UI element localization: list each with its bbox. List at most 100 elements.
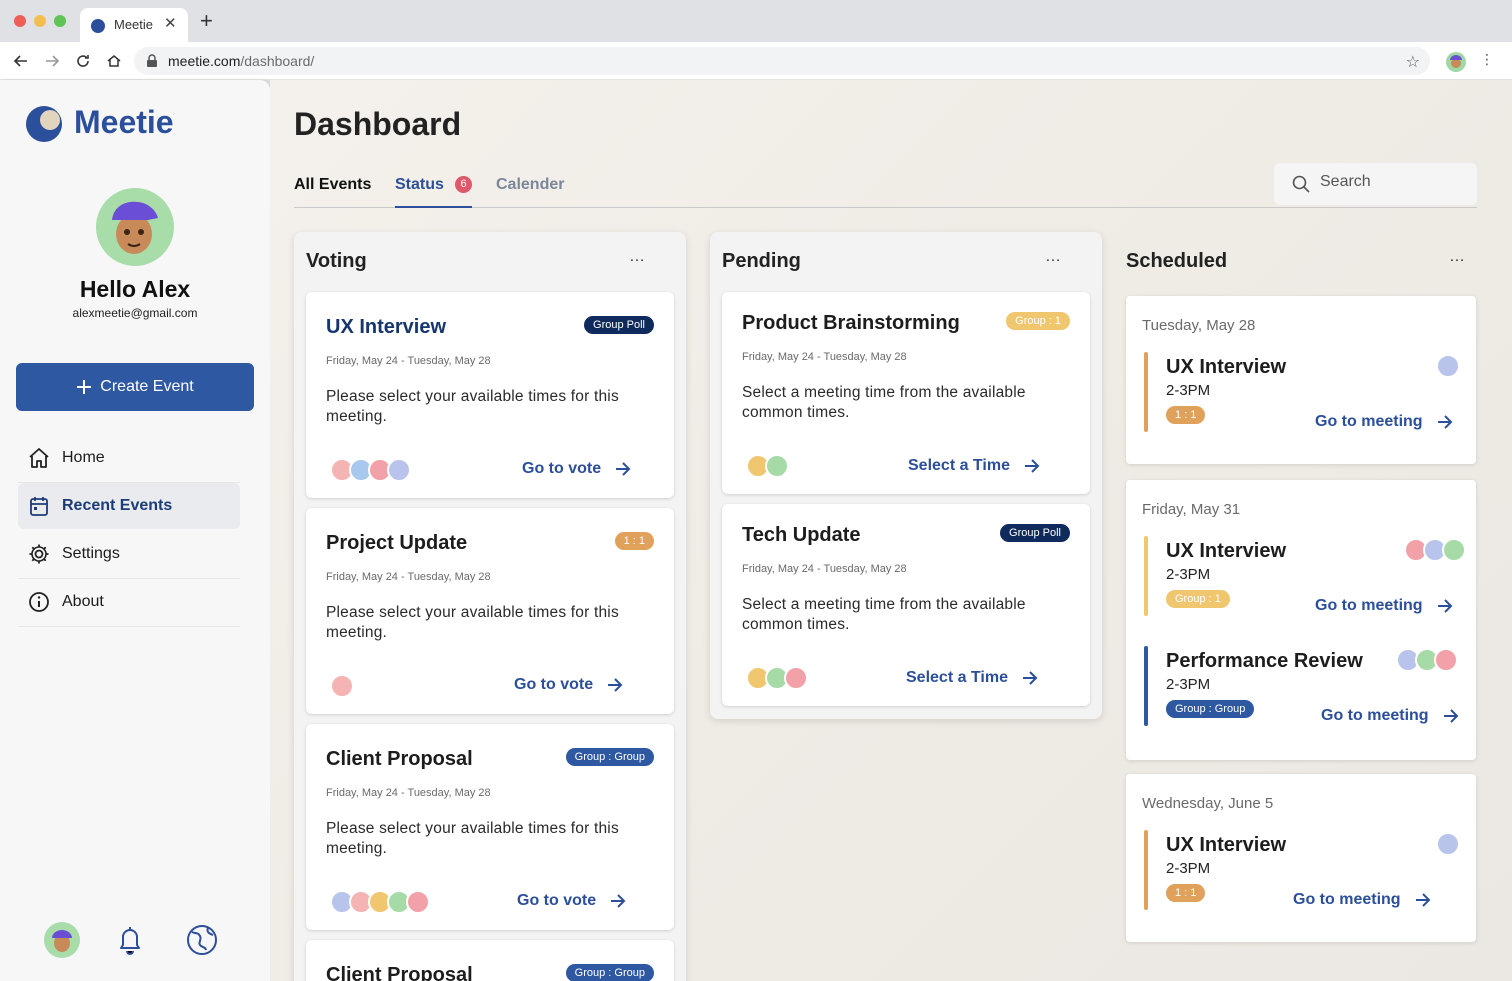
more-options-icon[interactable]: …	[629, 248, 646, 266]
column-title: Scheduled	[1126, 250, 1228, 272]
action-label: Go to vote	[517, 892, 597, 909]
search-icon	[1292, 175, 1310, 193]
arrow-right-icon	[611, 894, 626, 908]
footer-avatar[interactable]	[44, 922, 80, 958]
go-to-meeting-button[interactable]: Go to meeting	[1315, 413, 1453, 431]
home-browser-icon[interactable]	[103, 50, 125, 72]
event-date-range: Friday, May 24 - Tuesday, May 28	[742, 351, 907, 363]
event-card[interactable]: Client Proposal Group : Group	[306, 940, 674, 981]
reload-icon[interactable]	[72, 50, 94, 72]
address-bar[interactable]: meetie.com/dashboard/ ☆	[134, 47, 1430, 75]
arrow-right-icon	[1437, 415, 1452, 429]
meetie-logo-icon	[26, 106, 62, 142]
browser-menu-icon[interactable]: ⋮	[1480, 51, 1494, 68]
search-box[interactable]	[1274, 163, 1477, 205]
event-title: Tech Update	[742, 524, 861, 546]
event-color-bar	[1144, 536, 1148, 616]
event-description: Please select your available times for t…	[326, 820, 619, 857]
participant-avatar	[406, 890, 430, 914]
participant-avatar	[765, 454, 789, 478]
action-label: Go to vote	[514, 676, 594, 693]
profile-avatar[interactable]	[96, 188, 174, 266]
scheduled-column: Scheduled … Tuesday, May 28 UX Interview…	[1114, 232, 1484, 981]
participant-avatar	[784, 666, 808, 690]
event-card[interactable]: Client Proposal Group : Group Friday, Ma…	[306, 724, 674, 930]
participant-avatars	[330, 674, 354, 698]
event-type-tag: Group Poll	[584, 316, 654, 334]
select-a-time-button[interactable]: Select a Time	[906, 669, 1038, 687]
nav-item-settings[interactable]: Settings	[18, 531, 240, 577]
event-card[interactable]: UX Interview Group Poll Friday, May 24 -…	[306, 292, 674, 498]
participant-avatars	[330, 890, 430, 914]
action-label: Select a Time	[906, 669, 1008, 686]
close-window-button[interactable]	[14, 15, 26, 27]
forward-icon[interactable]	[41, 50, 63, 72]
event-time: 2-3PM	[1166, 860, 1211, 877]
create-event-label: Create Event	[100, 378, 194, 395]
participant-avatars	[1436, 354, 1460, 378]
bell-icon[interactable]	[112, 922, 148, 958]
event-title[interactable]: Performance Review	[1166, 650, 1363, 673]
event-type-tag: Group Poll	[1000, 524, 1070, 542]
go-to-vote-button[interactable]: Go to vote	[522, 460, 631, 478]
event-description: Please select your available times for t…	[326, 388, 619, 425]
participant-avatars	[1396, 648, 1458, 672]
maximize-window-button[interactable]	[54, 15, 66, 27]
event-type-tag: 1 : 1	[1166, 884, 1206, 902]
user-email: alexmeetie@gmail.com	[72, 306, 198, 320]
globe-icon[interactable]	[184, 922, 220, 958]
back-icon[interactable]	[10, 50, 32, 72]
tab-all-events[interactable]: All Events	[294, 176, 371, 208]
nav-label: Home	[62, 449, 105, 466]
participant-avatar	[1436, 354, 1460, 378]
minimize-window-button[interactable]	[34, 15, 46, 27]
bookmark-star-icon[interactable]: ☆	[1406, 52, 1420, 72]
scheduled-day-card: Tuesday, May 28 UX Interview 2-3PM 1 : 1…	[1126, 296, 1476, 464]
nav-label: Settings	[62, 545, 120, 562]
go-to-vote-button[interactable]: Go to vote	[517, 892, 626, 910]
nav-item-recent-events[interactable]: Recent Events	[18, 483, 240, 529]
event-title[interactable]: UX Interview	[1166, 834, 1286, 857]
nav-item-about[interactable]: About	[18, 579, 240, 625]
event-type-tag: Group : 1	[1166, 590, 1230, 608]
browser-profile-avatar[interactable]	[1446, 52, 1466, 72]
browser-tab[interactable]: Meetie ✕	[80, 8, 188, 42]
create-event-button[interactable]: Create Event	[16, 363, 254, 411]
more-options-icon[interactable]: …	[1449, 248, 1466, 266]
close-tab-icon[interactable]: ✕	[164, 14, 177, 32]
arrow-right-icon	[1443, 709, 1458, 723]
participant-avatars	[330, 458, 411, 482]
event-card[interactable]: Project Update 1 : 1 Friday, May 24 - Tu…	[306, 508, 674, 714]
nav-item-home[interactable]: Home	[18, 435, 240, 481]
page-title: Dashboard	[294, 106, 462, 142]
event-color-bar	[1144, 830, 1148, 910]
event-title[interactable]: UX Interview	[1166, 356, 1286, 379]
event-title: UX Interview	[326, 316, 447, 338]
browser-tabstrip: Meetie ✕ +	[0, 0, 1512, 42]
event-card[interactable]: Tech Update Group Poll Friday, May 24 - …	[722, 504, 1090, 706]
tab-status[interactable]: Status 6	[395, 176, 472, 208]
browser-toolbar: meetie.com/dashboard/ ☆ ⋮	[0, 42, 1512, 80]
new-tab-icon[interactable]: +	[200, 10, 213, 32]
tab-status-label: Status	[395, 176, 444, 193]
event-description: Please select your available times for t…	[326, 604, 619, 641]
event-title: Client Proposal	[326, 748, 473, 770]
event-type-tag: Group : 1	[1006, 312, 1070, 330]
pending-column: Pending … Product Brainstorming Group : …	[710, 232, 1102, 719]
go-to-vote-button[interactable]: Go to vote	[514, 676, 623, 694]
go-to-meeting-button[interactable]: Go to meeting	[1315, 597, 1453, 615]
go-to-meeting-button[interactable]: Go to meeting	[1321, 707, 1459, 725]
event-title[interactable]: UX Interview	[1166, 540, 1286, 563]
brand-name: Meetie	[74, 104, 174, 140]
more-options-icon[interactable]: …	[1045, 248, 1062, 266]
event-date-range: Friday, May 24 - Tuesday, May 28	[742, 563, 907, 575]
event-time: 2-3PM	[1166, 382, 1211, 399]
tab-calender[interactable]: Calender	[496, 176, 564, 208]
go-to-meeting-button[interactable]: Go to meeting	[1293, 891, 1431, 909]
select-a-time-button[interactable]: Select a Time	[908, 457, 1040, 475]
arrow-right-icon	[1437, 599, 1452, 613]
action-label: Go to meeting	[1315, 413, 1423, 430]
search-input[interactable]	[1320, 173, 1460, 191]
event-color-bar	[1144, 352, 1148, 432]
event-card[interactable]: Product Brainstorming Group : 1 Friday, …	[722, 292, 1090, 494]
